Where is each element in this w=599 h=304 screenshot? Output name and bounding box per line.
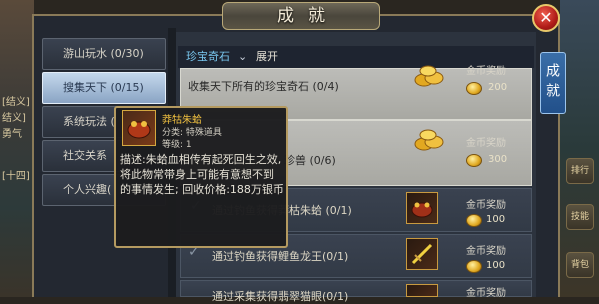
item-icon[interactable] bbox=[406, 284, 438, 297]
reward-label: 金币奖励 bbox=[466, 66, 506, 77]
coin-icon bbox=[466, 154, 482, 167]
reward-label: 金币奖励 bbox=[466, 138, 506, 149]
ranking-icon-label: 排行 bbox=[570, 166, 589, 176]
tooltip-item-name: 莽牯朱蛤 bbox=[162, 115, 202, 126]
coin-icon bbox=[466, 82, 482, 95]
world-chat-line: 结义] bbox=[2, 113, 26, 124]
tooltip-item-level: 等级: 1 bbox=[162, 140, 192, 150]
close-button[interactable]: ✕ bbox=[532, 4, 560, 32]
bag-icon[interactable]: 背包 bbox=[566, 252, 594, 278]
achievement-side-tab[interactable]: 成就 bbox=[540, 52, 566, 114]
gold-pile-icon bbox=[414, 129, 444, 151]
gold-pile-icon bbox=[414, 65, 444, 87]
tooltip-description: 描述:朱蛤血相传有起死回生之效, 将此物常带身上可能有意想不到的事情发生; 回收… bbox=[120, 153, 284, 196]
reward-label: 金币奖励 bbox=[466, 200, 506, 211]
coin-icon bbox=[466, 260, 482, 273]
achievement-text: 收集天下所有的珍宝奇石 (0/4) bbox=[188, 80, 339, 93]
achievement-text: 通过采集获得翡翠猫眼(0/1) bbox=[212, 290, 349, 303]
coin-icon bbox=[466, 214, 482, 227]
panel-title: 成就 bbox=[277, 6, 339, 26]
achievement-text: 通过钓鱼获得鲤鱼龙王(0/1) bbox=[212, 250, 349, 263]
reward-label: 金币奖励 bbox=[466, 246, 506, 257]
skill-icon-label: 技能 bbox=[570, 212, 589, 222]
tooltip-item-icon bbox=[122, 110, 156, 146]
ranking-icon[interactable]: 排行 bbox=[566, 158, 594, 184]
coin-amount: 200 bbox=[488, 82, 508, 93]
coin-amount: 300 bbox=[488, 154, 508, 165]
sword-item-icon[interactable] bbox=[406, 238, 438, 270]
skill-icon[interactable]: 技能 bbox=[566, 204, 594, 230]
category-collect[interactable]: 搜集天下 (0/15) bbox=[42, 72, 166, 104]
game-world-left bbox=[0, 0, 34, 297]
chevron-down-icon[interactable]: ⌄ bbox=[238, 46, 247, 68]
bag-icon-label: 背包 bbox=[570, 260, 589, 270]
panel-title-plate: 成就 bbox=[222, 2, 380, 30]
category-travel[interactable]: 游山玩水 (0/30) bbox=[42, 38, 166, 70]
achievement-text: 珍兽 (0/6) bbox=[284, 154, 336, 167]
coin-amount: 100 bbox=[486, 214, 506, 225]
coin-amount: 100 bbox=[486, 260, 506, 271]
section-name: 珍宝奇石 bbox=[186, 50, 230, 63]
expand-toggle[interactable]: 展开 bbox=[256, 46, 278, 68]
world-chat-line: [结义] bbox=[2, 97, 30, 108]
world-chat-line: 勇气 bbox=[2, 129, 22, 140]
world-chat-line: [十四] bbox=[2, 171, 30, 182]
toad-item-icon[interactable] bbox=[406, 192, 438, 224]
